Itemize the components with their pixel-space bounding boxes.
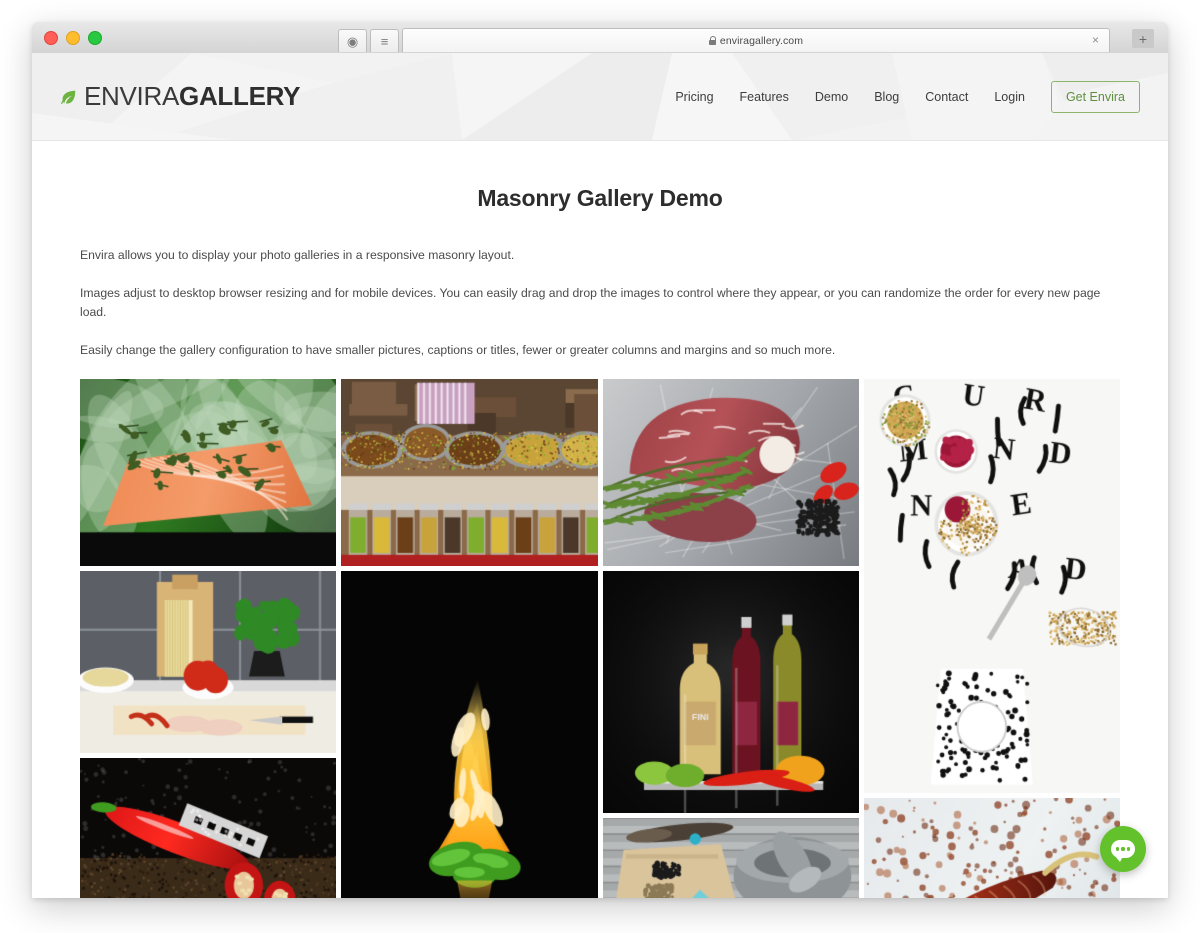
minimize-window-button[interactable] <box>66 31 80 45</box>
sidebar-icon: ≡ <box>380 33 389 49</box>
close-icon[interactable]: × <box>1092 34 1099 46</box>
nav-item-features[interactable]: Features <box>740 90 789 104</box>
page-content: Masonry Gallery Demo Envira allows you t… <box>32 185 1168 898</box>
gallery-image-canvas <box>80 757 337 898</box>
reader-mode-button[interactable]: ◉ <box>338 29 367 52</box>
gallery-image-canvas <box>602 817 859 898</box>
gallery-column-4 <box>863 378 1120 898</box>
gallery-image-raw-steak-with-rosemary[interactable] <box>602 378 859 566</box>
zoom-window-button[interactable] <box>88 31 102 45</box>
gallery-column-3 <box>602 378 859 898</box>
site-logo[interactable]: ENVIRAGALLERY <box>60 81 300 112</box>
page-viewport: ENVIRAGALLERY Pricing Features Demo Blog… <box>32 53 1168 898</box>
gallery-image-canvas <box>602 570 859 813</box>
close-window-button[interactable] <box>44 31 58 45</box>
logo-text-part1: ENVIRA <box>84 81 180 111</box>
desktop-background: ◉ ≡ enviragallery.com × + ENVIRAGALLERY … <box>0 0 1200 933</box>
reader-icon: ◉ <box>346 33 359 49</box>
gallery-image-canvas <box>863 378 1120 793</box>
chat-dot <box>1115 847 1119 851</box>
new-tab-button[interactable]: + <box>1132 29 1154 48</box>
masonry-gallery <box>80 378 1120 898</box>
gallery-image-indian-spice-market-bowls[interactable] <box>341 378 598 566</box>
nav-item-contact[interactable]: Contact <box>925 90 968 104</box>
gallery-image-mortar-pestle-herbs-board[interactable] <box>602 817 859 898</box>
chat-dot <box>1127 847 1131 851</box>
gallery-image-salmon-fillet-with-herbs[interactable] <box>80 378 337 566</box>
gallery-image-red-chili-with-razor-blade[interactable] <box>80 757 337 898</box>
browser-tab-active[interactable]: enviragallery.com × <box>402 28 1110 52</box>
tab-url-text: enviragallery.com <box>719 34 804 47</box>
intro-paragraph-3: Easily change the gallery configuration … <box>80 342 836 357</box>
main-navigation: Pricing Features Demo Blog Contact Login… <box>675 80 1140 113</box>
gallery-image-canvas <box>341 378 598 566</box>
lock-icon <box>708 36 717 45</box>
gallery-image-pasta-tomatoes-basil-kitchen[interactable] <box>80 570 337 753</box>
sidebar-toggle-button[interactable]: ≡ <box>370 29 399 52</box>
window-traffic-lights <box>44 31 102 45</box>
tab-strip: ◉ ≡ enviragallery.com × <box>338 25 1110 52</box>
browser-window: ◉ ≡ enviragallery.com × + ENVIRAGALLERY … <box>32 22 1168 898</box>
logo-text: ENVIRAGALLERY <box>84 81 300 112</box>
gallery-column-2 <box>341 378 598 898</box>
gallery-image-canvas <box>341 570 598 898</box>
get-envira-button[interactable]: Get Envira <box>1050 80 1140 113</box>
gallery-image-canvas <box>80 570 337 753</box>
gallery-image-dried-red-chili-on-white[interactable] <box>863 797 1120 898</box>
chat-bubble-icon <box>1111 840 1135 862</box>
chat-dot <box>1121 847 1125 851</box>
leaf-icon <box>60 89 77 106</box>
intro-paragraph-1: Envira allows you to display your photo … <box>80 248 515 262</box>
page-title: Masonry Gallery Demo <box>477 185 723 211</box>
gallery-image-oil-bottles-with-citrus[interactable] <box>602 570 859 813</box>
chat-bubble-button[interactable] <box>1100 826 1146 872</box>
nav-item-blog[interactable]: Blog <box>874 90 899 104</box>
nav-item-demo[interactable]: Demo <box>815 90 848 104</box>
intro-paragraph-2: Images adjust to desktop browser resizin… <box>80 285 1101 319</box>
logo-text-part2: GALLERY <box>179 81 301 111</box>
tab-url: enviragallery.com <box>708 34 804 47</box>
gallery-column-1 <box>80 378 337 898</box>
browser-titlebar: ◉ ≡ enviragallery.com × + <box>32 22 1168 54</box>
gallery-image-granola-yogurt-flatlay-lettering[interactable] <box>863 378 1120 793</box>
gallery-image-green-chili-on-fire[interactable] <box>341 570 598 898</box>
site-header: ENVIRAGALLERY Pricing Features Demo Blog… <box>32 53 1168 141</box>
gallery-image-canvas <box>602 378 859 566</box>
nav-item-pricing[interactable]: Pricing <box>675 90 713 104</box>
gallery-image-canvas <box>863 797 1120 898</box>
gallery-image-canvas <box>80 378 337 566</box>
nav-item-login[interactable]: Login <box>994 90 1025 104</box>
